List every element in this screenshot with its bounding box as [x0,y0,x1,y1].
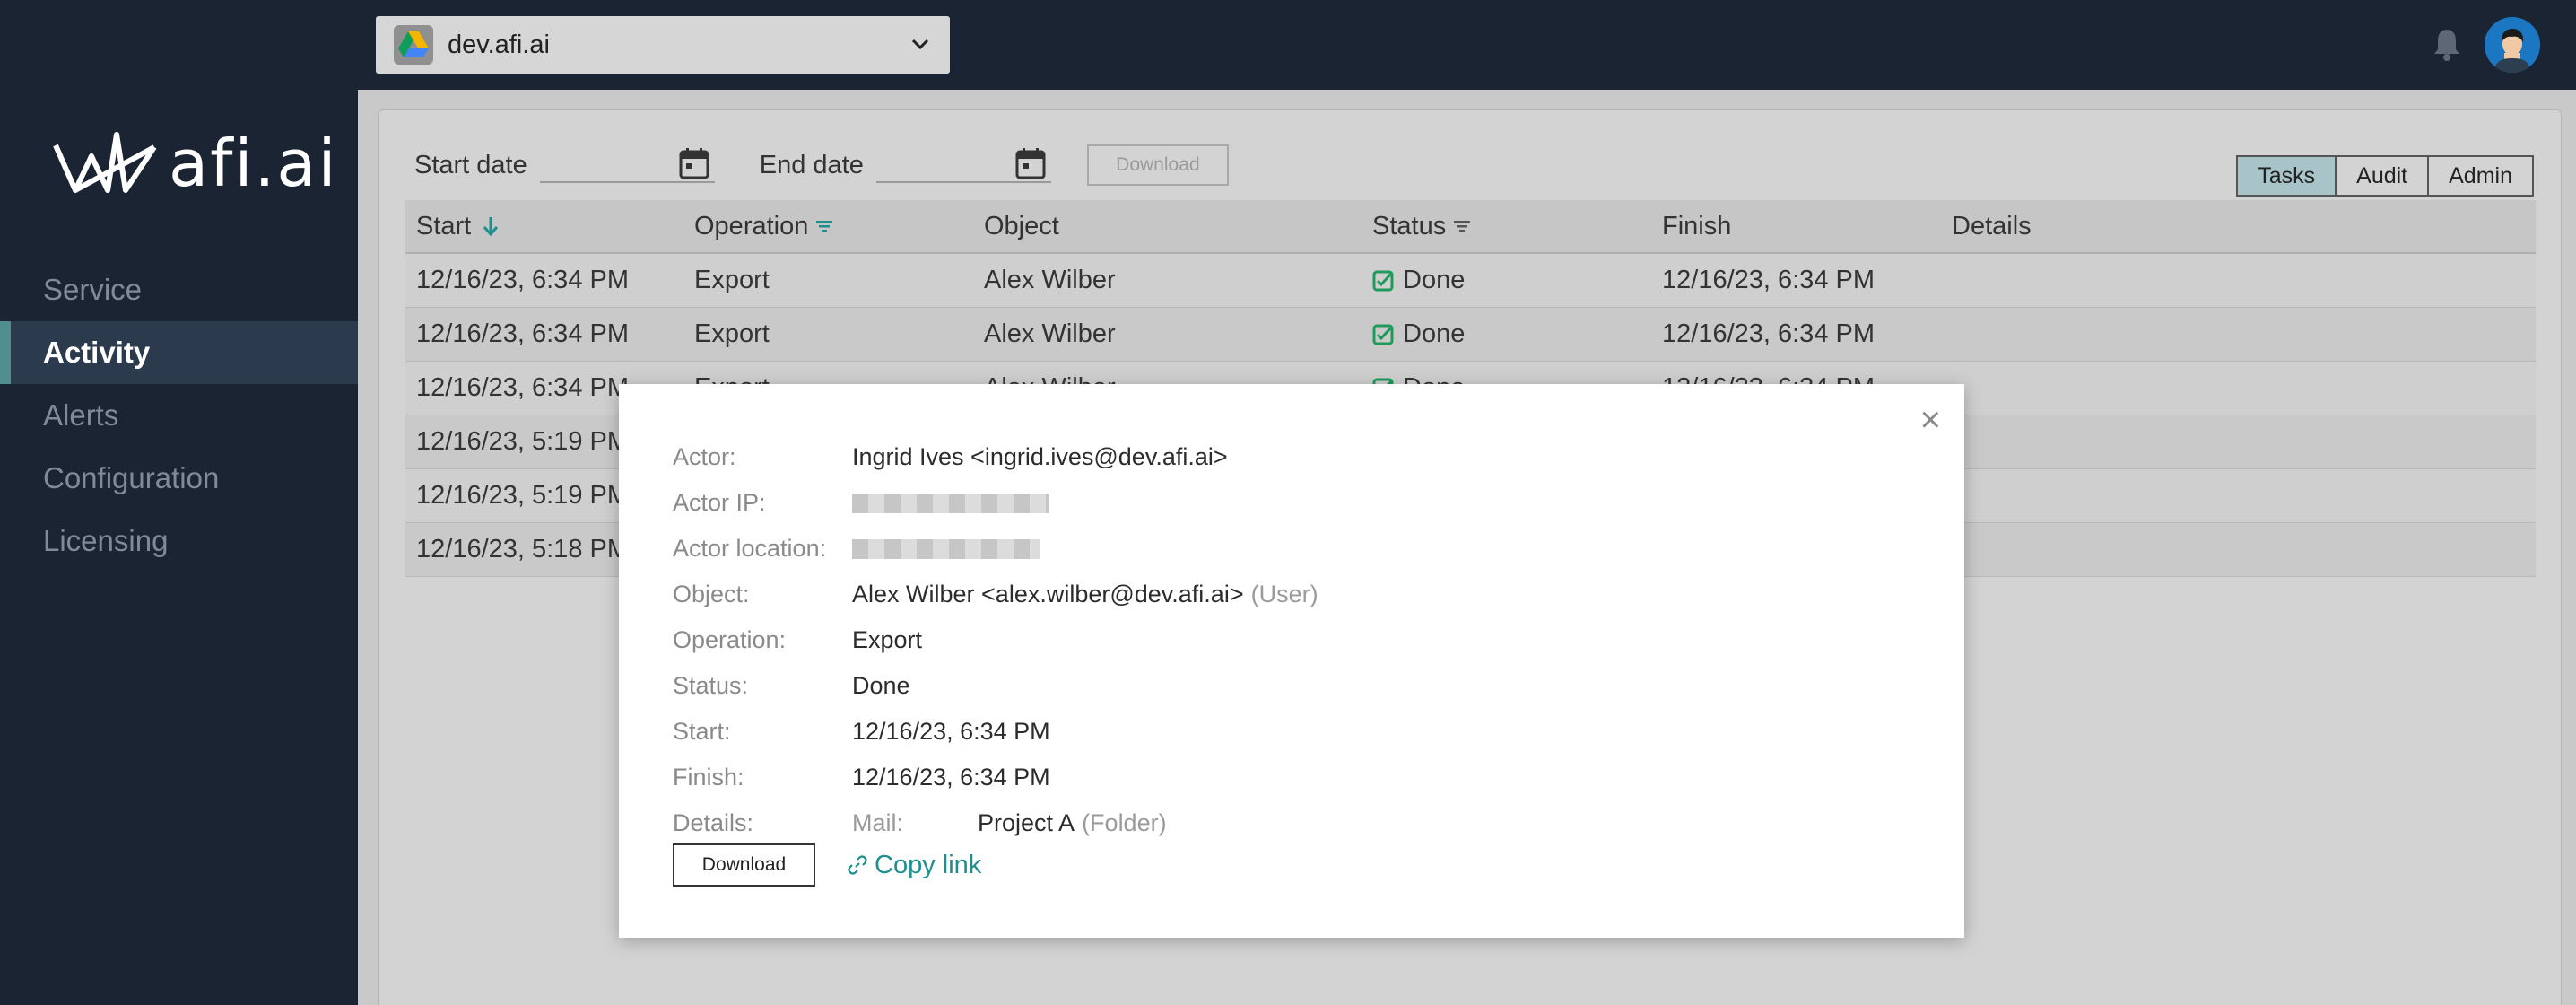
sidebar-item-activity[interactable]: Activity [0,321,358,384]
tenant-select[interactable]: dev.afi.ai [376,16,950,74]
link-icon [848,855,867,875]
tenant-name: dev.afi.ai [448,30,550,59]
column-header-start[interactable]: Start [405,212,694,241]
column-header-operation[interactable]: Operation [694,212,984,241]
detail-value: 12/16/23, 6:34 PM [852,764,1050,791]
table-header: Start Operation Object Status Finish Det… [405,200,2536,254]
activity-details-modal: × Actor: Ingrid Ives <ingrid.ives@dev.af… [619,384,1964,938]
crown-logo-icon [53,132,157,193]
view-tabs: Tasks Audit Admin [2236,155,2534,197]
bell-icon[interactable] [2432,27,2461,61]
detail-finish: Finish: 12/16/23, 6:34 PM [673,755,1318,800]
detail-label: Details: [673,809,754,836]
detail-value: Export [852,626,923,653]
details-type: (Folder) [1082,809,1167,836]
detail-actor: Actor: Ingrid Ives <ingrid.ives@dev.afi.… [673,434,1318,480]
cell-start: 12/16/23, 6:34 PM [416,319,629,348]
afi-logo[interactable]: afi.ai [52,126,337,201]
cell-operation: Export [694,319,770,348]
chevron-down-icon [911,39,929,50]
redacted-value [852,538,1040,559]
sidebar-item-licensing[interactable]: Licensing [0,510,358,572]
copy-link-label: Copy link [875,850,982,879]
close-icon[interactable]: × [1920,402,1941,438]
sort-down-icon [483,217,499,237]
detail-label: Status: [673,672,749,699]
detail-list: Actor: Ingrid Ives <ingrid.ives@dev.afi.… [673,434,1318,846]
redacted-value [852,493,1049,513]
detail-value: Project A [978,809,1075,836]
detail-details: Details: Mail: Project A (Folder) [673,800,1318,846]
detail-label: Operation: [673,626,787,653]
detail-status: Status: Done [673,663,1318,709]
google-drive-icon [394,25,433,65]
download-button[interactable]: Download [673,843,815,887]
table-row[interactable]: 12/16/23, 6:34 PM Export Alex Wilber Don… [405,308,2536,362]
end-date-label: End date [759,150,864,179]
calendar-icon[interactable] [679,147,709,179]
detail-value: Alex Wilber <alex.wilber@dev.afi.ai> [852,581,1244,607]
detail-operation: Operation: Export [673,617,1318,663]
column-header-finish[interactable]: Finish [1662,212,1952,241]
cell-start: 12/16/23, 6:34 PM [416,266,629,294]
copy-link-button[interactable]: Copy link [848,851,981,880]
start-date-label: Start date [414,150,527,179]
detail-label: Finish: [673,764,744,791]
sidebar: afi.ai Service Activity Alerts Configura… [0,0,358,1005]
filters-bar: Start date End date Download [414,144,1229,186]
cell-finish: 12/16/23, 6:34 PM [1662,319,1875,348]
check-square-icon [1372,270,1394,291]
user-avatar-icon [2485,17,2540,73]
cell-operation: Export [694,266,770,294]
tab-audit[interactable]: Audit [2335,155,2430,197]
column-header-status[interactable]: Status [1372,212,1662,241]
detail-label: Actor: [673,443,736,470]
start-date-field[interactable] [539,147,715,183]
user-avatar[interactable] [2485,17,2540,73]
filter-icon[interactable] [1453,219,1471,233]
calendar-icon[interactable] [1015,147,1046,179]
end-date-field[interactable] [875,147,1051,183]
column-header-object[interactable]: Object [984,212,1372,241]
modal-actions: Download Copy link [673,843,981,887]
logo-text: afi.ai [169,126,338,201]
cell-status: Done [1372,319,1662,349]
detail-value: Ingrid Ives <ingrid.ives@dev.afi.ai> [852,443,1228,470]
details-sub-label: Mail: [852,809,904,836]
detail-value: 12/16/23, 6:34 PM [852,718,1050,745]
sidebar-item-configuration[interactable]: Configuration [0,447,358,510]
object-type: (User) [1250,581,1318,607]
tab-tasks[interactable]: Tasks [2236,155,2337,197]
cell-object: Alex Wilber [984,266,1116,294]
detail-actor-location: Actor location: [673,526,1318,572]
check-square-icon [1372,324,1394,345]
detail-value: Done [852,672,910,699]
sidebar-nav: Service Activity Alerts Configuration Li… [0,258,358,572]
column-header-details: Details [1952,211,2032,240]
filter-icon[interactable] [815,219,833,233]
detail-object: Object: Alex Wilber <alex.wilber@dev.afi… [673,572,1318,617]
detail-label: Actor location: [673,535,827,562]
cell-status: Done [1372,266,1662,295]
cell-finish: 12/16/23, 6:34 PM [1662,266,1875,294]
detail-label: Actor IP: [673,489,766,516]
download-button-disabled[interactable]: Download [1086,144,1229,186]
detail-start: Start: 12/16/23, 6:34 PM [673,709,1318,755]
cell-object: Alex Wilber [984,319,1116,348]
sidebar-item-alerts[interactable]: Alerts [0,384,358,447]
tab-admin[interactable]: Admin [2427,155,2534,197]
detail-label: Object: [673,581,750,607]
sidebar-item-service[interactable]: Service [0,258,358,321]
table-row[interactable]: 12/16/23, 6:34 PM Export Alex Wilber Don… [405,254,2536,308]
detail-actor-ip: Actor IP: [673,480,1318,526]
detail-label: Start: [673,718,731,745]
topbar: dev.afi.ai [358,0,2576,90]
